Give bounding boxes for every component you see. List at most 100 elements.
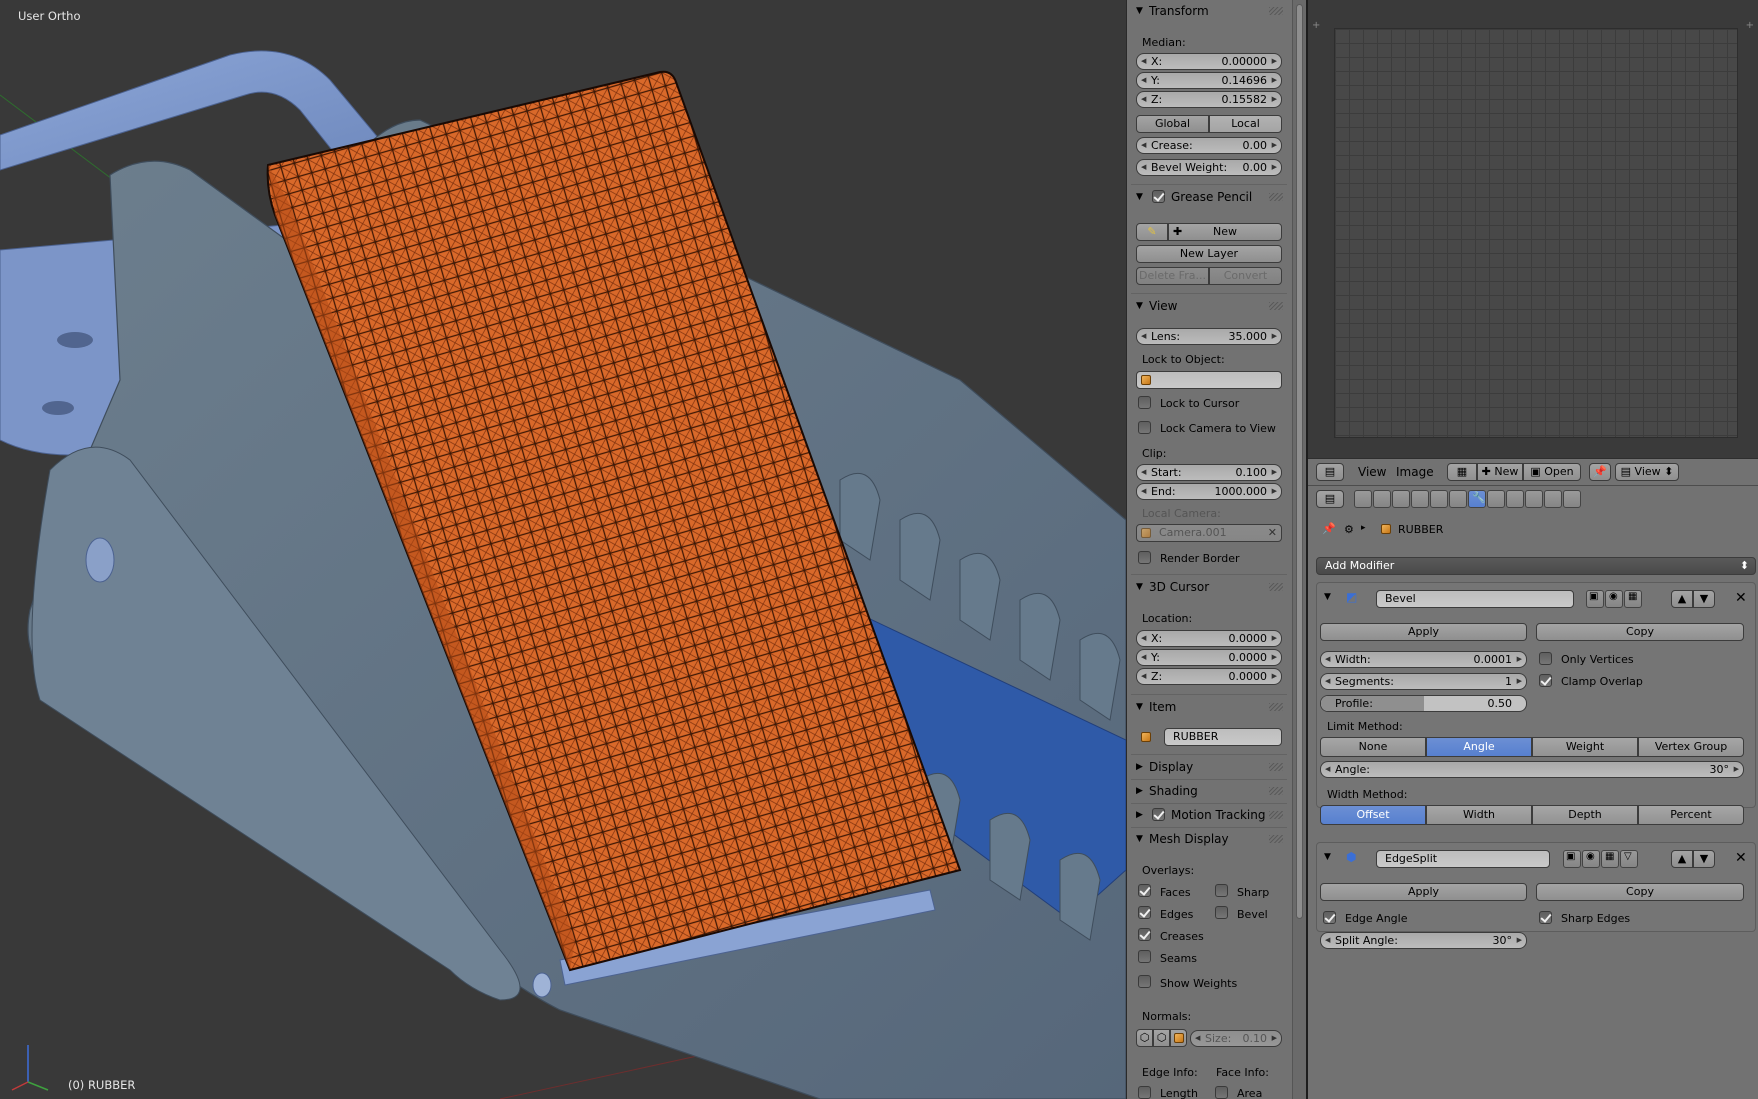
sharp-edges-checkbox[interactable] [1539, 911, 1552, 924]
render-tab[interactable] [1354, 490, 1372, 508]
bevel-apply-button[interactable]: Apply [1320, 623, 1527, 641]
mesh-display-panel-header[interactable]: ▼ Mesh Display [1127, 828, 1289, 850]
increment-arrow-icon[interactable]: ▶ [1272, 138, 1277, 153]
world-tab[interactable] [1411, 490, 1429, 508]
render-border-checkbox[interactable] [1138, 551, 1151, 564]
increment-arrow-icon[interactable]: ▶ [1272, 54, 1277, 69]
move-up-button[interactable]: ▲ [1671, 590, 1693, 608]
collapse-triangle-icon[interactable]: ▼ [1324, 592, 1331, 602]
increment-arrow-icon[interactable]: ▶ [1272, 465, 1277, 480]
decrement-arrow-icon[interactable]: ◀ [1141, 73, 1146, 88]
clear-x-icon[interactable]: ✕ [1268, 525, 1277, 541]
physics-tab[interactable] [1563, 490, 1581, 508]
increment-arrow-icon[interactable]: ▶ [1272, 631, 1277, 646]
decrement-arrow-icon[interactable]: ◀ [1141, 669, 1146, 684]
view-mode-dropdown[interactable]: ▤ View ⬍ [1615, 463, 1679, 481]
render-toggle[interactable]: ▣ [1586, 590, 1604, 608]
decrement-arrow-icon[interactable]: ◀ [1141, 465, 1146, 480]
cursor-z-field[interactable]: ◀ Z: 0.0000 ▶ [1136, 668, 1282, 685]
creases-checkbox[interactable] [1138, 928, 1151, 941]
decrement-arrow-icon[interactable]: ◀ [1141, 92, 1146, 107]
grease-pencil-panel-header[interactable]: ▼ Grease Pencil [1127, 186, 1289, 208]
seams-checkbox[interactable] [1138, 950, 1151, 963]
grease-pencil-enable-checkbox[interactable] [1152, 190, 1165, 203]
edge-length-checkbox[interactable] [1138, 1086, 1151, 1099]
item-name-field[interactable]: RUBBER [1164, 728, 1282, 746]
cage-toggle[interactable]: ▽ [1620, 850, 1638, 868]
increment-arrow-icon[interactable]: ▶ [1517, 674, 1522, 689]
clip-end-field[interactable]: ◀ End: 1000.000 ▶ [1136, 483, 1282, 500]
drag-grip-icon[interactable] [1269, 835, 1283, 843]
crease-field[interactable]: ◀ Crease: 0.00 ▶ [1136, 137, 1282, 154]
image-menu[interactable]: Image [1396, 465, 1434, 479]
drag-grip-icon[interactable] [1269, 703, 1283, 711]
face-area-checkbox[interactable] [1215, 1086, 1228, 1099]
transform-panel-header[interactable]: ▼ Transform [1127, 0, 1289, 22]
increment-arrow-icon[interactable]: ▶ [1272, 484, 1277, 499]
show-weights-checkbox[interactable] [1138, 975, 1151, 988]
data-tab[interactable] [1487, 490, 1505, 508]
drag-grip-icon[interactable] [1269, 787, 1283, 795]
view-panel-header[interactable]: ▼ View [1127, 295, 1289, 317]
bevel-width-field[interactable]: ◀ Width: 0.0001 ▶ [1320, 651, 1527, 668]
vertex-normals-toggle[interactable]: ⬡ [1136, 1029, 1153, 1047]
image-editor-area[interactable]: + + [1308, 0, 1758, 458]
drag-grip-icon[interactable] [1269, 7, 1283, 15]
collapse-triangle-icon[interactable]: ▼ [1324, 852, 1331, 862]
median-y-field[interactable]: ◀ Y: 0.14696 ▶ [1136, 72, 1282, 89]
motion-tracking-panel-header[interactable]: ▶ Motion Tracking [1127, 804, 1289, 826]
split-normals-toggle[interactable]: ⬡ [1153, 1029, 1170, 1047]
object-tab[interactable] [1430, 490, 1448, 508]
edge-angle-checkbox[interactable] [1323, 911, 1336, 924]
edgesplit-apply-button[interactable]: Apply [1320, 883, 1527, 901]
move-down-button[interactable]: ▼ [1693, 590, 1715, 608]
increment-arrow-icon[interactable]: ▶ [1517, 933, 1522, 948]
new-layer-button[interactable]: New Layer [1136, 245, 1282, 263]
only-vertices-checkbox[interactable] [1539, 652, 1552, 665]
increment-arrow-icon[interactable]: ▶ [1272, 160, 1277, 175]
3d-cursor-panel-header[interactable]: ▼ 3D Cursor [1127, 576, 1289, 598]
scene-tab[interactable] [1392, 490, 1410, 508]
decrement-arrow-icon[interactable]: ◀ [1325, 762, 1330, 777]
decrement-arrow-icon[interactable]: ◀ [1141, 484, 1146, 499]
decrement-arrow-icon[interactable]: ◀ [1141, 650, 1146, 665]
clip-start-field[interactable]: ◀ Start: 0.100 ▶ [1136, 464, 1282, 481]
limit-method-weight-toggle[interactable]: Weight [1532, 737, 1638, 757]
texture-tab[interactable] [1525, 490, 1543, 508]
cursor-y-field[interactable]: ◀ Y: 0.0000 ▶ [1136, 649, 1282, 666]
motion-tracking-checkbox[interactable] [1152, 808, 1165, 821]
move-down-button[interactable]: ▼ [1693, 850, 1715, 868]
bevel-weight-field[interactable]: ◀ Bevel Weight: 0.00 ▶ [1136, 159, 1282, 176]
bevel-checkbox[interactable] [1215, 906, 1228, 919]
decrement-arrow-icon[interactable]: ◀ [1141, 631, 1146, 646]
lock-object-field[interactable] [1136, 371, 1282, 389]
local-camera-field[interactable]: Camera.001 ✕ [1136, 524, 1282, 542]
add-modifier-dropdown[interactable]: Add Modifier ⬍ [1316, 557, 1756, 575]
shading-panel-header[interactable]: ▶ Shading [1127, 780, 1289, 802]
grease-pencil-new-button[interactable]: ✚ New [1168, 223, 1282, 241]
normal-size-field[interactable]: ◀ Size: 0.10 ▶ [1190, 1030, 1282, 1047]
editor-type-dropdown[interactable]: ▤ [1316, 463, 1344, 481]
increment-arrow-icon[interactable]: ▶ [1734, 762, 1739, 777]
decrement-arrow-icon[interactable]: ◀ [1141, 54, 1146, 69]
edges-checkbox[interactable] [1138, 906, 1151, 919]
drag-grip-icon[interactable] [1269, 763, 1283, 771]
pin-button[interactable]: 📌 [1589, 463, 1611, 481]
width-method-offset-toggle[interactable]: Offset [1320, 805, 1426, 825]
display-panel-header[interactable]: ▶ Display [1127, 756, 1289, 778]
sharp-checkbox[interactable] [1215, 884, 1228, 897]
median-x-field[interactable]: ◀ X: 0.00000 ▶ [1136, 53, 1282, 70]
image-new-button[interactable]: ✚ New [1477, 463, 1523, 481]
limit-method-angle-toggle[interactable]: Angle [1426, 737, 1532, 757]
uv-grid-canvas[interactable] [1334, 28, 1738, 438]
constraints-tab[interactable] [1449, 490, 1467, 508]
bevel-profile-slider[interactable]: Profile: 0.50 [1320, 695, 1527, 712]
cursor-x-field[interactable]: ◀ X: 0.0000 ▶ [1136, 630, 1282, 647]
move-up-button[interactable]: ▲ [1671, 850, 1693, 868]
limit-method-none-toggle[interactable]: None [1320, 737, 1426, 757]
decrement-arrow-icon[interactable]: ◀ [1325, 674, 1330, 689]
width-method-width-toggle[interactable]: Width [1426, 805, 1532, 825]
properties-shelf-scrollbar[interactable] [1292, 0, 1306, 1099]
viewport-toggle[interactable]: ◉ [1582, 850, 1600, 868]
delete-frame-button[interactable]: Delete Fra... [1136, 267, 1209, 285]
